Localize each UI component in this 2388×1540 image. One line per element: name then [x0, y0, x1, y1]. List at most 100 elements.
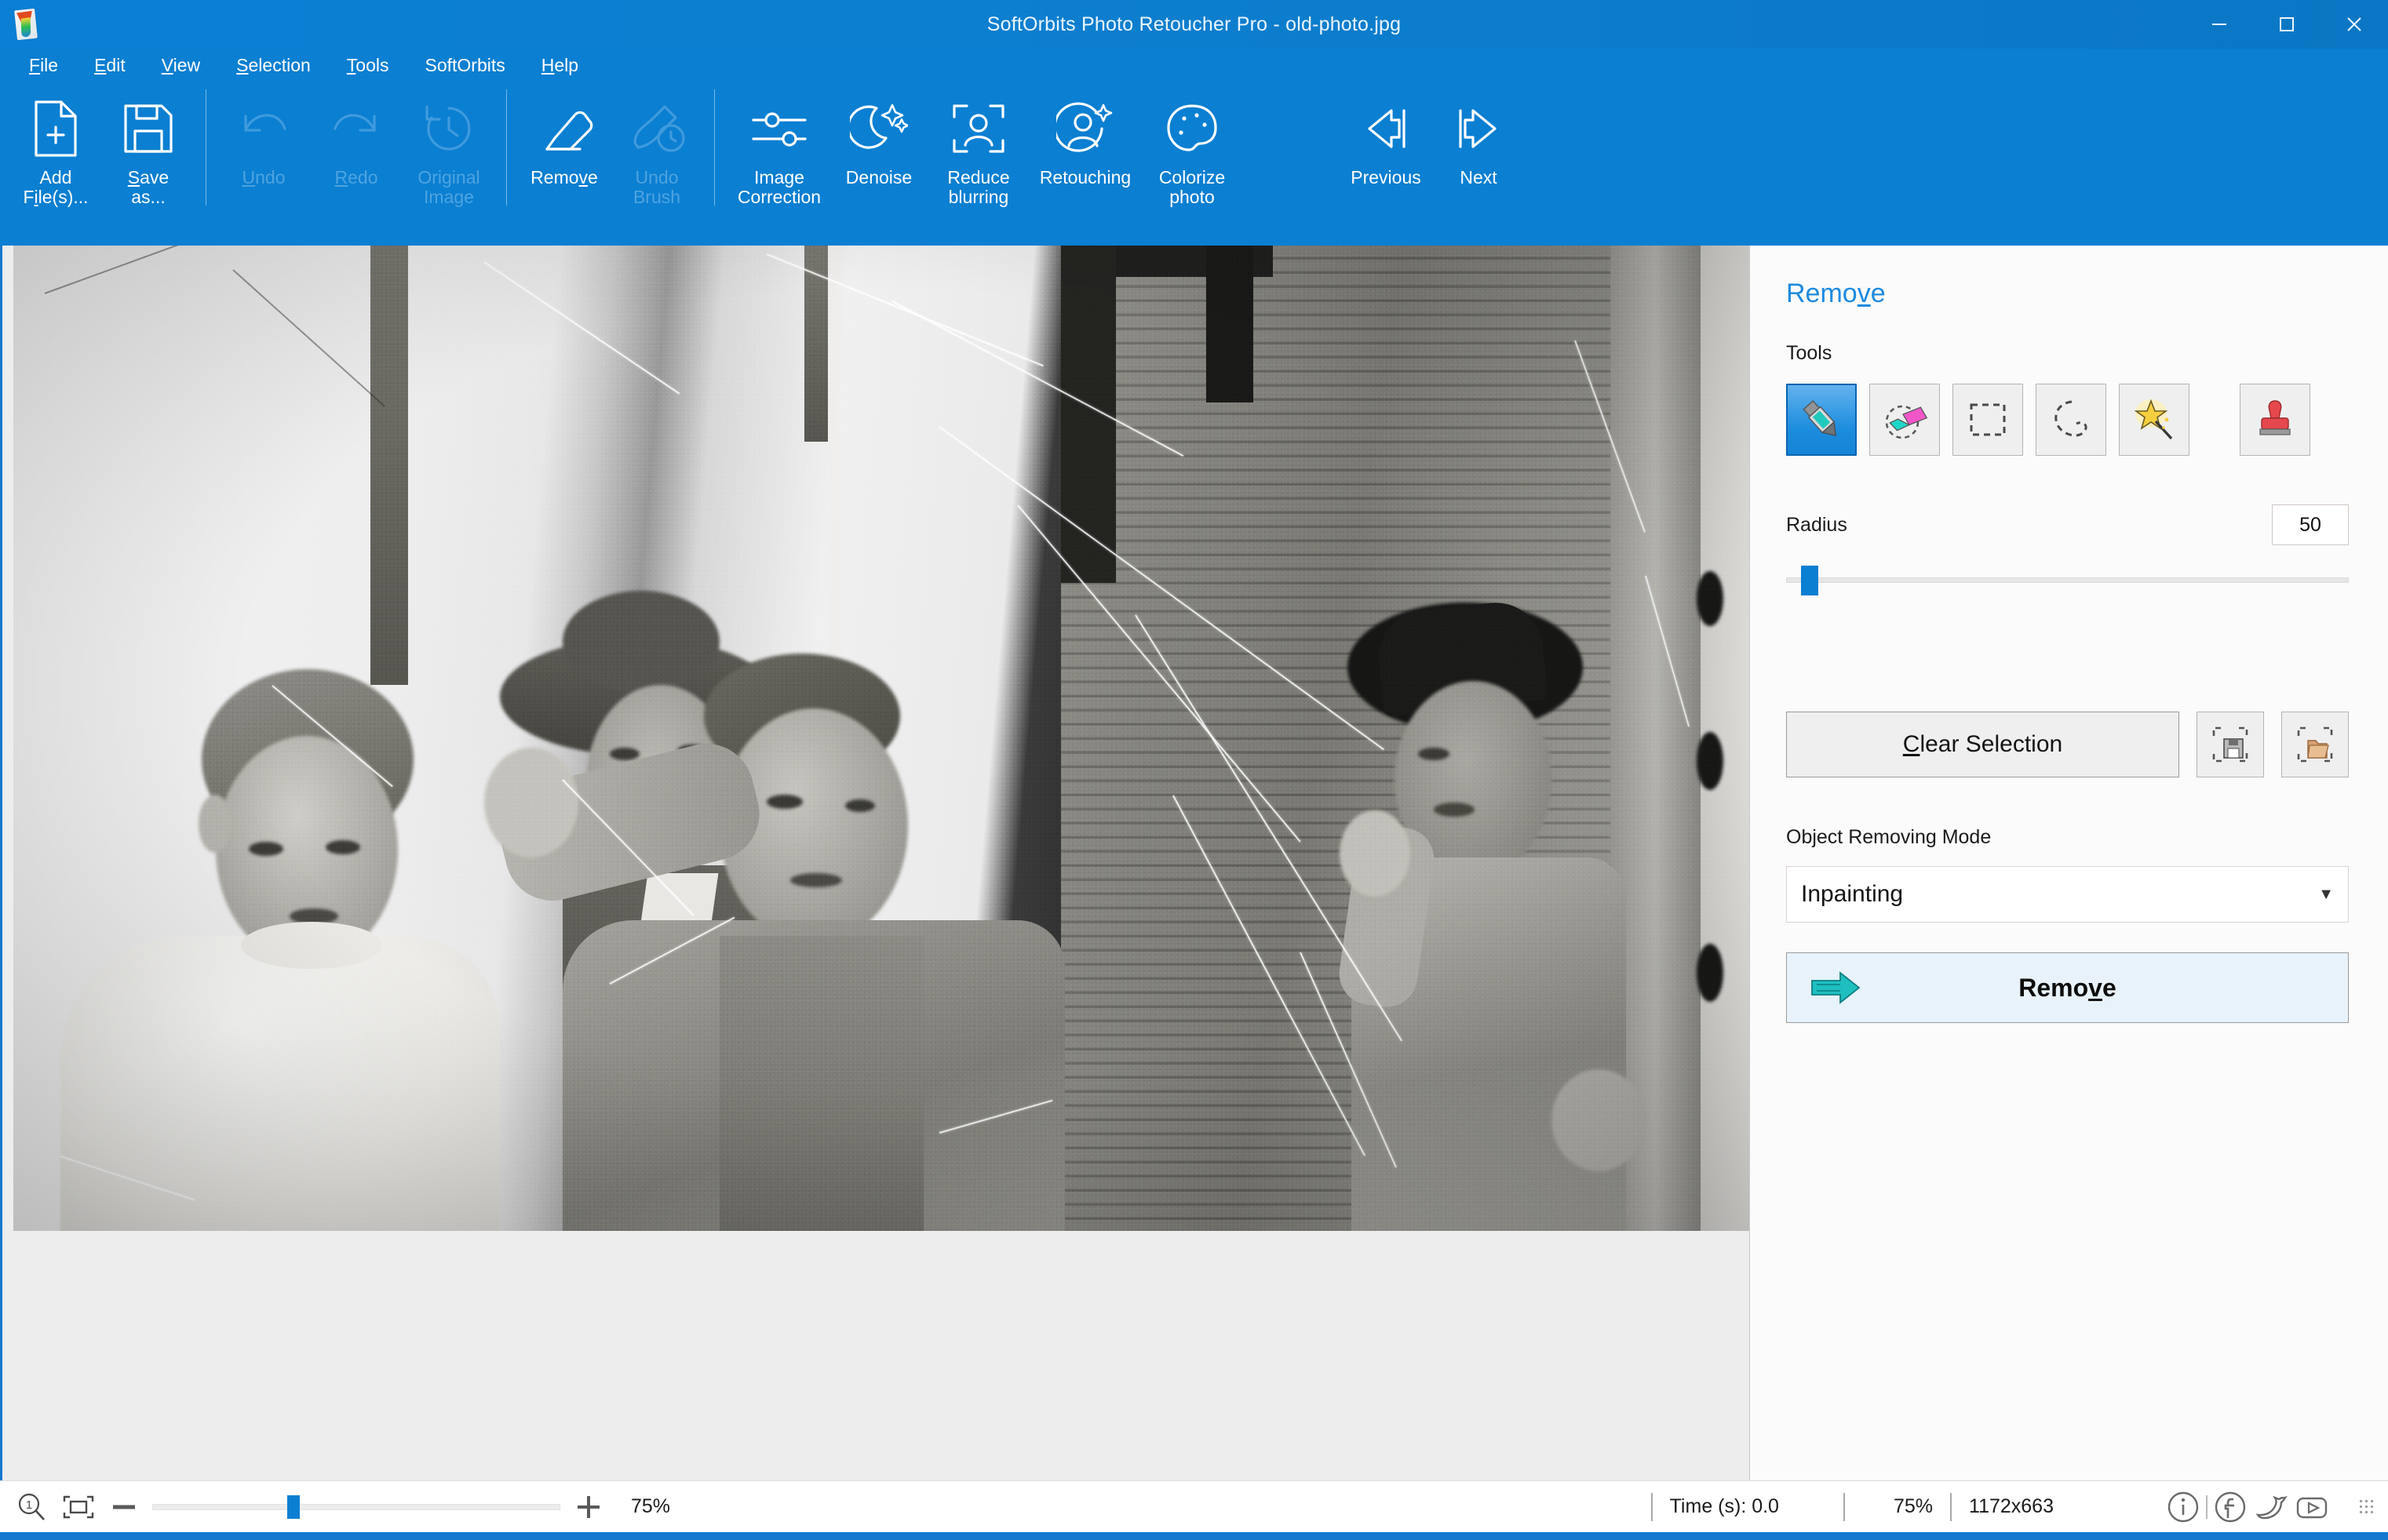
face-sparkle-icon [1056, 93, 1114, 165]
menu-item-view[interactable]: View [158, 53, 204, 78]
ribbon-retouching-button[interactable]: Retouching [1032, 82, 1139, 227]
moon-sparkle-icon [850, 93, 908, 165]
marker-icon [1803, 400, 1836, 436]
minus-icon[interactable] [110, 1499, 138, 1515]
load-selection-button[interactable] [2281, 712, 2349, 777]
minimize-button[interactable] [2186, 0, 2253, 49]
ribbon-save-as-button[interactable]: Save as... [102, 82, 195, 227]
ribbon-next-button[interactable]: Next [1432, 82, 1525, 227]
ribbon-undo-brush-button: Undo Brush [611, 82, 703, 227]
zoom-slider-track [152, 1503, 560, 1510]
object-removing-mode-label: Object Removing Mode [1786, 826, 1992, 848]
status-bar: 1 75% Time (s): 0.0 75% 1172x663 [0, 1480, 2388, 1532]
add-file-icon [30, 93, 82, 165]
app-logo-icon [9, 7, 44, 42]
redo-icon [327, 93, 385, 165]
ribbon-label: Colorize photo [1158, 167, 1226, 207]
menu-item-softorbits[interactable]: SoftOrbits [421, 53, 509, 78]
ribbon-label: Previous [1351, 167, 1421, 187]
image-dimensions: 1172x663 [1969, 1495, 2054, 1517]
ribbon-separator [506, 89, 507, 206]
twitter-icon[interactable] [2253, 1489, 2289, 1525]
social-divider [2206, 1494, 2208, 1519]
eraser-circle-icon [1885, 405, 1928, 439]
panel-title: Remove [1786, 279, 1886, 308]
radius-slider[interactable] [1786, 564, 2349, 595]
rectangle-select-icon [1970, 403, 2006, 436]
menu-item-help[interactable]: Help [538, 53, 582, 78]
window-title: SoftOrbits Photo Retoucher Pro - old-pho… [986, 13, 1402, 35]
zoom-slider-thumb[interactable] [286, 1494, 300, 1519]
ribbon-remove-button[interactable]: Remove [518, 82, 611, 227]
ribbon-label: Denoise [845, 167, 913, 187]
ribbon-label: Next [1460, 167, 1497, 187]
menu-bar: FFileile Edit View Selection Tools SoftO… [0, 49, 2388, 82]
face-focus-icon [950, 93, 1008, 165]
eraser-tool-button[interactable] [1869, 384, 1940, 456]
ribbon-label: Undo Brush [633, 167, 681, 207]
radius-input[interactable]: 50 [2272, 504, 2349, 545]
facebook-icon[interactable] [2212, 1489, 2248, 1525]
object-removing-mode-select[interactable]: Inpainting ▼ [1786, 866, 2349, 923]
ribbon-label: Save as... [127, 167, 170, 207]
zoom-percent-right: 75% [1893, 1495, 1934, 1517]
remove-action-button[interactable]: Remove [1786, 952, 2349, 1023]
rectangle-select-tool-button[interactable] [1952, 384, 2023, 456]
status-divider [1650, 1492, 1653, 1521]
load-selection-icon [2297, 726, 2333, 763]
ribbon-reduce-blurring-button[interactable]: Reduce blurring [925, 82, 1032, 227]
arrow-right-icon [1449, 93, 1508, 165]
photo-image[interactable] [13, 246, 1749, 1231]
stamp-icon [2259, 400, 2291, 435]
magic-wand-icon [2134, 399, 2173, 440]
ribbon-add-files-button[interactable]: Add File(s)... [9, 82, 102, 227]
ribbon-label: Reduce blurring [947, 167, 1010, 207]
ribbon-undo-button: Undo [217, 82, 310, 227]
maximize-button[interactable] [2253, 0, 2321, 49]
window-controls [2186, 0, 2388, 49]
tools-row [1786, 384, 2349, 456]
radius-label: Radius [1786, 513, 1847, 536]
ribbon-redo-button: Redo [310, 82, 403, 227]
image-canvas[interactable] [0, 246, 1750, 1480]
ribbon-toolbar: Add File(s)... Save as... Undo Redo Orig… [0, 82, 2388, 246]
youtube-icon[interactable] [2294, 1489, 2330, 1525]
stamp-tool-button[interactable] [2240, 384, 2310, 456]
sliders-icon [749, 93, 810, 165]
close-button[interactable] [2321, 0, 2388, 49]
ribbon-label: Original Image [417, 167, 480, 207]
info-icon[interactable] [2165, 1489, 2201, 1525]
window-bottom-border [0, 1532, 2388, 1540]
ribbon-label: Undo [242, 167, 286, 187]
clear-selection-button[interactable]: Clear Selection [1786, 712, 2179, 777]
status-left: 1 75% [16, 1491, 670, 1523]
resize-grip-icon[interactable] [2358, 1498, 2375, 1516]
title-bar: SoftOrbits Photo Retoucher Pro - old-pho… [0, 0, 2388, 49]
marker-tool-button[interactable] [1786, 384, 1857, 456]
undo-icon [235, 93, 293, 165]
lasso-tool-button[interactable] [2036, 384, 2106, 456]
plus-icon[interactable] [574, 1493, 603, 1521]
ribbon-previous-button[interactable]: Previous [1340, 82, 1432, 227]
save-selection-button[interactable] [2197, 712, 2264, 777]
tool-options-panel: Remove Tools Radius 50 C lear Selection … [1750, 246, 2388, 1480]
menu-item-selection[interactable]: Selection [232, 53, 315, 78]
menu-item-edit[interactable]: Edit [90, 53, 129, 78]
magic-wand-tool-button[interactable] [2119, 384, 2189, 456]
zoom-actual-size-icon[interactable]: 1 [16, 1491, 47, 1523]
old-photo-render [13, 246, 1749, 1231]
svg-text:1: 1 [26, 1498, 32, 1512]
ribbon-original-image-button: Original Image [403, 82, 495, 227]
menu-item-tools[interactable]: Tools [343, 53, 393, 78]
remove-action-label: Remove [2018, 973, 2116, 1002]
ribbon-image-correction-button[interactable]: Image Correction [726, 82, 833, 227]
tools-label: Tools [1786, 342, 1832, 364]
main-body: Remove Tools Radius 50 C lear Selection … [0, 246, 2388, 1480]
ribbon-denoise-button[interactable]: Denoise [833, 82, 925, 227]
fit-to-window-icon[interactable] [61, 1494, 96, 1520]
ribbon-colorize-photo-button[interactable]: Colorize photo [1139, 82, 1245, 227]
time-label: Time (s): 0.0 [1669, 1495, 1779, 1517]
menu-item-file[interactable]: FFileile [25, 53, 62, 78]
zoom-slider[interactable] [152, 1494, 560, 1519]
radius-slider-thumb[interactable] [1800, 566, 1818, 595]
